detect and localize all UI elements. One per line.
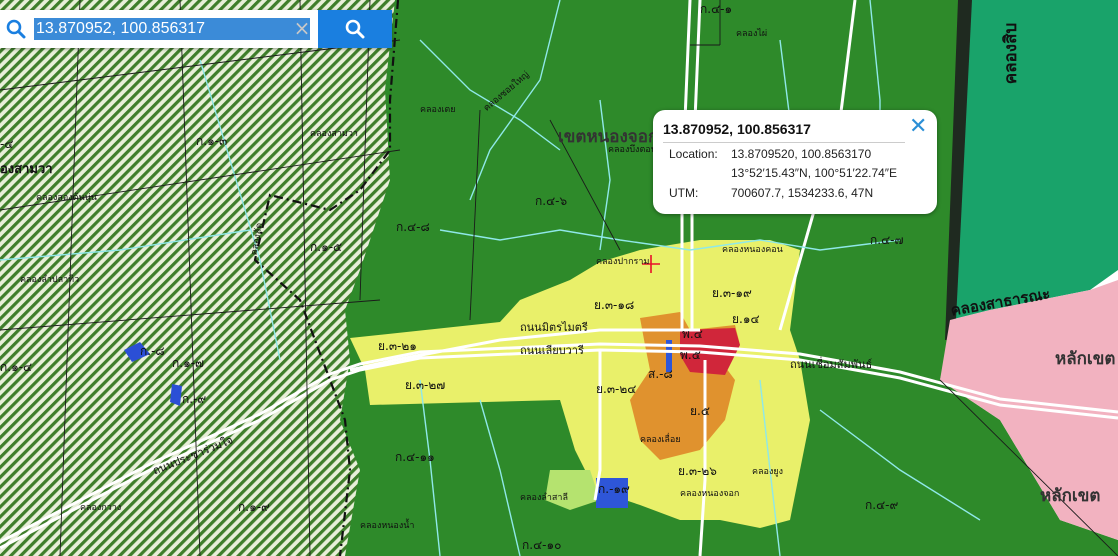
zone-label: ก.-๘	[140, 344, 165, 358]
zone-label: ก.๔-๑๑	[395, 450, 435, 464]
zone-label: ย.๓-๒๖	[678, 464, 717, 478]
popup-divider	[663, 142, 905, 143]
canal-label: คลองหนองคอน	[722, 245, 783, 255]
zone-label: ก.๔-๘	[396, 220, 430, 234]
canal-label: คลองลำปลาทิว	[20, 275, 80, 285]
zone-label: ย.๓-๒๗	[405, 378, 446, 392]
search-icon	[345, 19, 365, 39]
zone-label: ก.๔-๑๐	[522, 538, 562, 552]
zone-label: ส.-๘	[648, 367, 673, 381]
canal-name-label: คลองสิบ	[1001, 22, 1022, 85]
zone-label: ย.๓-๑๙	[712, 286, 752, 300]
canal-label: คลองบึงตอน	[608, 145, 657, 155]
zone-label: ก.๔-๖	[535, 194, 568, 208]
canal-label: คลองสามวา	[310, 129, 358, 139]
road-label: ถนนเลียบวารี	[520, 344, 584, 357]
area-label: องสามวา	[0, 162, 53, 177]
road-label: ถนนเชื่อมสัมพันธ์	[790, 358, 873, 371]
utm-value: 700607.7, 1534233.6, 47N	[731, 186, 874, 200]
zone-label: ย.๓-๒๑	[378, 339, 417, 353]
zone-label: ก.๑-๙	[238, 500, 270, 514]
location-label: Location:	[669, 147, 718, 161]
popup-title: 13.870952, 100.856317	[663, 121, 811, 137]
zone-label: -๔	[0, 137, 14, 151]
search-button[interactable]	[318, 10, 392, 48]
zone-label: ก.-๑๙	[598, 482, 630, 496]
canal-label: คลองกวาง	[80, 503, 122, 513]
canal-label: คลองหนองจอก	[680, 489, 740, 499]
zone-label: ก.๔-๑	[700, 2, 733, 16]
utm-label: UTM:	[669, 186, 699, 200]
search-input[interactable]	[34, 18, 310, 40]
canal-label: คลองปากราม	[596, 257, 650, 267]
search-icon	[6, 19, 26, 39]
location-dms-value: 13°52′15.43″N, 100°51′22.74″E	[731, 166, 898, 180]
zone-label: ย.๓-๑๘	[594, 298, 635, 312]
zone-label: ก.๔-๙	[865, 498, 899, 512]
zone-label: ก.๑-๕	[310, 240, 343, 254]
canal-label: คลองยูง	[752, 467, 784, 477]
zone-label: ก.๑-๔	[0, 360, 33, 374]
canal-label: คลองไผ่	[736, 29, 768, 39]
clear-icon[interactable]: ×	[292, 16, 312, 40]
zone-label: ก.๑-๓	[196, 134, 228, 148]
boundary-label: หลักเขต	[1040, 486, 1101, 506]
canal-label: คลองเตย	[420, 105, 456, 115]
zone-label: พ.๔	[682, 327, 703, 341]
zone-label: ย.๕	[690, 404, 710, 418]
zone-label: ก.-๙	[182, 392, 207, 406]
location-popup: 13.870952, 100.856317 ✕ Location: 13.870…	[653, 110, 937, 252]
canal-label: คลองเลื่อย	[640, 435, 681, 445]
search-bar: ×	[0, 10, 392, 48]
canal-label: คลองสองต้นนุ่น	[36, 193, 97, 203]
location-decimal-value: 13.8709520, 100.8563170	[731, 147, 872, 161]
teal-zone	[950, 0, 1118, 320]
canal-label: คลองลำสาลี	[520, 493, 568, 503]
canal-label: คลองหนองน้ำ	[360, 521, 415, 531]
boundary-label: หลักเขต	[1055, 349, 1116, 369]
zone-label: ก.๔-๗	[870, 233, 904, 247]
zone-label: ย.๑๔	[732, 312, 760, 326]
zone-label: พ.๕	[680, 348, 701, 362]
zone-label: ก.๑-๗	[172, 356, 205, 370]
road-label: ถนนมิตรไมตรี	[520, 321, 588, 334]
close-icon[interactable]: ✕	[909, 116, 927, 138]
blue-water-spot	[170, 384, 182, 406]
zone-label: ย.๓-๒๔	[596, 382, 637, 396]
